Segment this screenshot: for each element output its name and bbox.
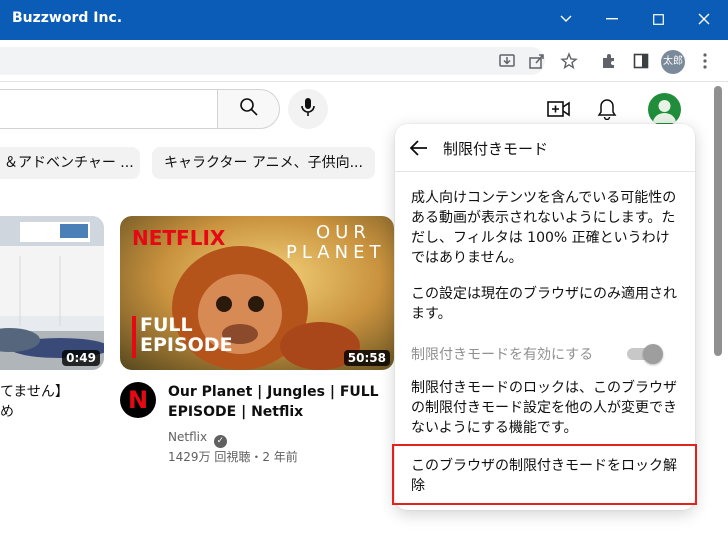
notifications-bell-icon[interactable]	[594, 96, 620, 122]
video-title-line: Our Planet | Jungles | FULL	[168, 384, 379, 400]
create-video-icon[interactable]	[546, 96, 572, 122]
extensions-puzzle-icon[interactable]	[597, 49, 621, 73]
panel-title: 制限付きモード	[443, 140, 549, 158]
channel-name-text: Netflix	[168, 430, 208, 444]
avatar[interactable]	[648, 93, 681, 126]
video-title[interactable]: てません】 め	[0, 382, 69, 422]
search-input[interactable]	[0, 89, 218, 129]
video-duration: 0:49	[62, 350, 100, 366]
category-chip[interactable]: キャラクター アニメ、子供向...	[152, 147, 375, 179]
browser-toolbar: 太郎	[0, 40, 728, 82]
side-panel-icon[interactable]	[629, 49, 653, 73]
thumbnail-show-title: OUR	[316, 222, 371, 243]
search-button[interactable]	[217, 89, 280, 129]
thumbnail-badge-text: FULL	[140, 314, 193, 336]
video-stats: 1429万 回視聴・2 年前	[168, 450, 298, 464]
restricted-mode-description: 成人向けコンテンツを含んでいる可能性のある動画が表示されないようにします。ただし…	[411, 190, 677, 266]
verified-badge-icon: ✓	[213, 435, 227, 448]
browser-profile-avatar[interactable]: 太郎	[661, 50, 685, 74]
category-chip[interactable]: ＆アドベンチャー ...	[0, 147, 140, 179]
search-icon	[239, 97, 259, 121]
back-arrow-icon[interactable]	[407, 136, 431, 160]
thumbnail-badge-text: EPISODE	[140, 334, 233, 356]
browser-scope-note: この設定は現在のブラウザにのみ適用されます。	[411, 286, 677, 322]
page-scrollbar[interactable]	[714, 86, 722, 356]
thumbnail-show-title: PLANET	[286, 242, 386, 263]
browser-menu-icon[interactable]	[693, 49, 717, 73]
window-title: Buzzword Inc.	[12, 10, 123, 26]
channel-avatar[interactable]: N	[120, 382, 156, 418]
channel-name[interactable]: Netflix ✓	[168, 430, 227, 448]
install-app-icon[interactable]	[495, 49, 519, 73]
video-title-line: EPISODE | Netflix	[168, 404, 304, 420]
close-window-button[interactable]	[686, 4, 722, 34]
share-icon[interactable]	[525, 49, 549, 73]
video-thumbnail[interactable]: NETFLIX OUR PLANET FULL EPISODE 50:58	[120, 216, 394, 370]
microphone-icon	[300, 97, 316, 121]
voice-search-button[interactable]	[288, 89, 328, 129]
video-title-line: てません】	[0, 384, 69, 400]
video-duration: 50:58	[343, 350, 390, 366]
restricted-mode-toggle-label: 制限付きモードを有効にする	[411, 347, 594, 363]
chevron-down-icon[interactable]	[548, 4, 584, 34]
badge-accent-bar	[132, 316, 136, 358]
bookmark-star-icon[interactable]	[557, 49, 581, 73]
restricted-mode-toggle[interactable]	[627, 344, 663, 364]
panel-header: 制限付きモード	[395, 124, 695, 172]
lock-description: 制限付きモードのロックは、このブラウザの制限付きモード設定を他の人が変更できない…	[411, 380, 677, 436]
channel-avatar-letter: N	[127, 386, 149, 414]
minimize-button[interactable]	[594, 4, 630, 34]
window-titlebar: Buzzword Inc.	[0, 0, 728, 40]
maximize-button[interactable]	[640, 4, 676, 34]
video-thumbnail[interactable]: 0:49	[0, 216, 104, 370]
address-bar[interactable]	[0, 47, 545, 75]
netflix-logo: NETFLIX	[132, 226, 226, 250]
video-title-line: め	[0, 404, 14, 420]
toggle-knob	[643, 344, 663, 364]
video-title[interactable]: Our Planet | Jungles | FULL EPISODE | Ne…	[168, 382, 388, 422]
restricted-mode-panel: 制限付きモード 成人向けコンテンツを含んでいる可能性のある動画が表示されないよう…	[392, 124, 697, 510]
unlock-restricted-mode-link[interactable]: このブラウザの制限付きモードをロック解除	[392, 444, 697, 505]
